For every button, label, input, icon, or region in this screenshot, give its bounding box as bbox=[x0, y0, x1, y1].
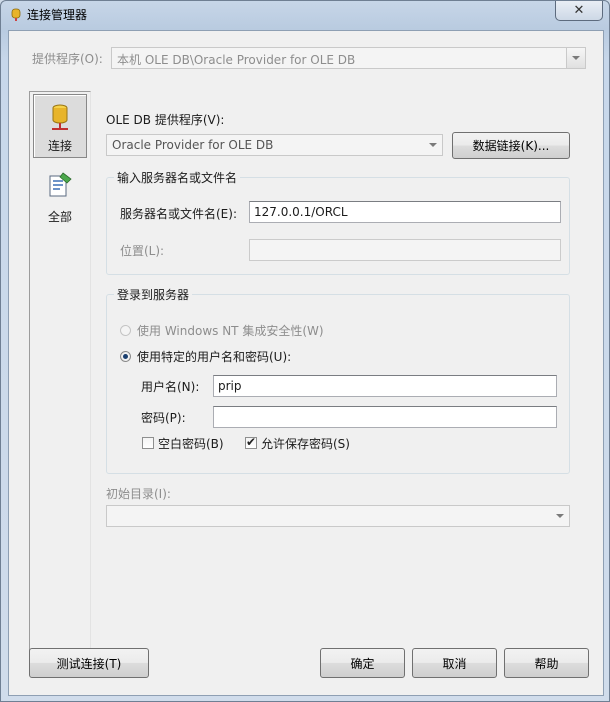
login-group: 登录到服务器 使用 Windows NT 集成安全性(W) 使用特定的用户名和密… bbox=[106, 286, 570, 474]
close-button[interactable]: ✕ bbox=[555, 1, 603, 21]
properties-list-icon bbox=[49, 172, 72, 197]
location-label: 位置(L): bbox=[120, 244, 165, 258]
server-group: 输入服务器名或文件名 服务器名或文件名(E): 127.0.0.1/ORCL 位… bbox=[106, 169, 570, 275]
server-name-input[interactable]: 127.0.0.1/ORCL bbox=[249, 201, 561, 223]
page-selector: 连接 全部 bbox=[29, 91, 91, 661]
windows-auth-radio[interactable] bbox=[120, 325, 131, 336]
password-label: 密码(P): bbox=[141, 411, 186, 425]
close-icon: ✕ bbox=[573, 3, 585, 18]
chevron-down-icon[interactable] bbox=[551, 506, 569, 526]
dialog-client: 提供程序(O): 本机 OLE DB\Oracle Provider for O… bbox=[8, 30, 604, 696]
save-password-label: 允许保存密码(S) bbox=[261, 437, 350, 451]
radio-selected-dot bbox=[123, 354, 128, 359]
initial-catalog-combo[interactable] bbox=[106, 505, 570, 527]
nav-label-connection: 连接 bbox=[47, 139, 72, 153]
database-icon bbox=[11, 8, 21, 21]
username-input[interactable]: prip bbox=[213, 375, 557, 397]
username-label: 用户名(N): bbox=[141, 380, 200, 394]
server-name-label: 服务器名或文件名(E): bbox=[120, 207, 237, 221]
title-bar: 连接管理器 ✕ bbox=[1, 1, 609, 29]
provider-combo[interactable]: 本机 OLE DB\Oracle Provider for OLE DB bbox=[111, 47, 586, 69]
checkmark-icon: ✔ bbox=[246, 435, 257, 449]
initial-catalog-label: 初始目录(I): bbox=[106, 487, 171, 501]
dialog-window: 连接管理器 ✕ 提供程序(O): 本机 OLE DB\Oracle Provid… bbox=[0, 0, 610, 702]
help-button[interactable]: 帮助 bbox=[504, 648, 589, 678]
save-password-checkbox[interactable]: ✔ bbox=[245, 435, 257, 449]
chevron-down-icon[interactable] bbox=[424, 135, 442, 155]
nav-item-connection[interactable]: 连接 bbox=[33, 94, 87, 158]
specific-auth-radio[interactable] bbox=[120, 351, 131, 362]
nav-label-all: 全部 bbox=[47, 210, 72, 224]
server-name-value: 127.0.0.1/ORCL bbox=[254, 205, 348, 219]
ok-button[interactable]: 确定 bbox=[320, 648, 405, 678]
oledb-provider-combo[interactable]: Oracle Provider for OLE DB bbox=[106, 134, 443, 156]
provider-label: 提供程序(O): bbox=[32, 52, 103, 66]
username-value: prip bbox=[218, 379, 242, 393]
oledb-provider-value: Oracle Provider for OLE DB bbox=[112, 138, 274, 152]
login-group-title: 登录到服务器 bbox=[114, 286, 193, 303]
database-connect-icon bbox=[52, 104, 68, 130]
location-input[interactable] bbox=[249, 239, 561, 261]
window-title: 连接管理器 bbox=[27, 8, 88, 22]
server-group-title: 输入服务器名或文件名 bbox=[114, 169, 241, 186]
windows-auth-label: 使用 Windows NT 集成安全性(W) bbox=[137, 324, 324, 338]
blank-password-checkbox[interactable] bbox=[142, 437, 154, 449]
password-input[interactable] bbox=[213, 406, 557, 428]
blank-password-label: 空白密码(B) bbox=[158, 437, 224, 451]
oledb-label: OLE DB 提供程序(V): bbox=[106, 113, 225, 127]
nav-item-all[interactable]: 全部 bbox=[33, 164, 87, 228]
provider-value: 本机 OLE DB\Oracle Provider for OLE DB bbox=[117, 53, 356, 67]
specific-auth-label: 使用特定的用户名和密码(U): bbox=[137, 350, 292, 364]
chevron-down-icon[interactable] bbox=[566, 48, 585, 68]
data-link-button[interactable]: 数据链接(K)... bbox=[452, 132, 570, 159]
test-connection-button[interactable]: 测试连接(T) bbox=[29, 648, 149, 678]
cancel-button[interactable]: 取消 bbox=[412, 648, 497, 678]
